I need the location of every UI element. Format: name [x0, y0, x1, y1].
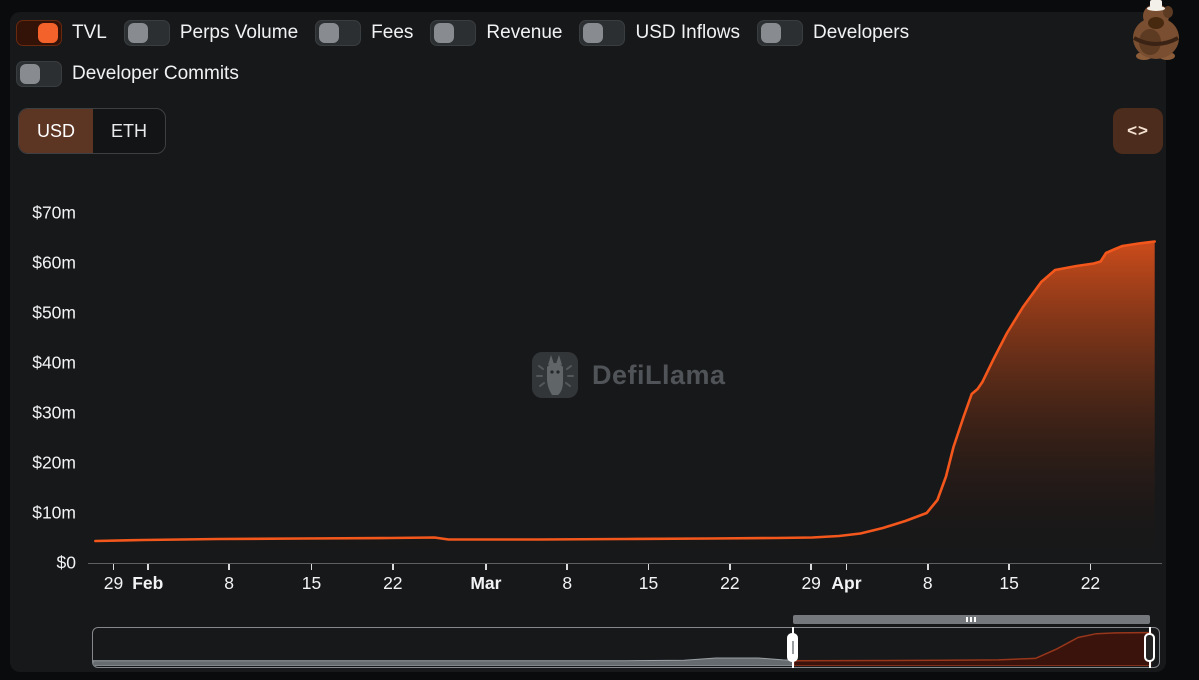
x-axis-tick — [566, 564, 568, 570]
x-axis-tick — [729, 564, 731, 570]
y-axis-label: $30m — [10, 403, 76, 424]
toggle-switch[interactable] — [579, 20, 625, 46]
x-axis-line — [88, 563, 1162, 565]
x-axis-tick — [1008, 564, 1010, 570]
brush-unselected-area — [93, 658, 794, 666]
x-axis-label: 29 — [801, 573, 820, 594]
toggle-fees[interactable]: Fees — [315, 20, 413, 46]
toggle-label: Developers — [813, 22, 909, 44]
toggle-switch[interactable] — [430, 20, 476, 46]
llama-mascot — [1120, 0, 1190, 60]
y-axis-label: $60m — [10, 253, 76, 274]
toggle-switch[interactable] — [16, 61, 62, 87]
toggle-switch[interactable] — [757, 20, 803, 46]
toggle-label: Developer Commits — [72, 63, 239, 85]
y-axis-label: $70m — [10, 203, 76, 224]
toggle-knob — [20, 64, 40, 84]
x-axis-label: 22 — [1081, 573, 1100, 594]
x-axis-tick — [113, 564, 115, 570]
tvl-area-chart[interactable] — [90, 186, 1160, 564]
brush-drag-bar[interactable] — [793, 615, 1150, 624]
x-axis-label: Apr — [831, 573, 861, 594]
toggle-label: TVL — [72, 22, 107, 44]
x-axis-tick — [392, 564, 394, 570]
currency-option-eth[interactable]: ETH — [93, 109, 165, 153]
brush-left-handle[interactable] — [787, 633, 798, 662]
toggle-switch[interactable] — [124, 20, 170, 46]
y-axis-label: $50m — [10, 303, 76, 324]
toggle-label: Revenue — [486, 22, 562, 44]
toggle-knob — [761, 23, 781, 43]
x-axis-tick — [927, 564, 929, 570]
x-axis-tick — [228, 564, 230, 570]
x-axis-label: 15 — [302, 573, 321, 594]
toggle-knob — [38, 23, 58, 43]
x-axis-tick — [846, 564, 848, 570]
y-axis-label: $40m — [10, 353, 76, 374]
code-icon: <> — [1127, 121, 1149, 141]
embed-code-button[interactable]: <> — [1113, 108, 1163, 154]
tvl-area-fill — [95, 242, 1154, 565]
x-axis-label: 22 — [720, 573, 739, 594]
y-axis-label: $0 — [10, 553, 76, 574]
x-axis-label: 29 — [104, 573, 123, 594]
x-axis-label: 8 — [923, 573, 933, 594]
metric-toggle-row-2: Developer Commits — [16, 61, 239, 87]
currency-option-usd[interactable]: USD — [19, 109, 93, 153]
x-axis-label: 8 — [224, 573, 234, 594]
x-axis-tick — [648, 564, 650, 570]
toggle-developers[interactable]: Developers — [757, 20, 909, 46]
toggle-switch[interactable] — [315, 20, 361, 46]
y-axis-label: $10m — [10, 503, 76, 524]
drag-grip-icon — [970, 617, 972, 622]
x-axis-tick — [147, 564, 149, 570]
toggle-knob — [434, 23, 454, 43]
toggle-switch[interactable] — [16, 20, 62, 46]
brush-minimap[interactable] — [92, 627, 1160, 668]
toggle-usd-inflows[interactable]: USD Inflows — [579, 20, 740, 46]
x-axis-label: Mar — [470, 573, 501, 594]
defillama-chart-screen: TVL Perps Volume Fees Revenue USD Inflows Dev… — [0, 0, 1199, 680]
x-axis-tick — [810, 564, 812, 570]
x-axis-label: 8 — [562, 573, 572, 594]
metric-toggle-row-1: TVL Perps Volume Fees Revenue USD Inflows Dev… — [16, 20, 909, 46]
x-axis-label: Feb — [132, 573, 163, 594]
toggle-knob — [128, 23, 148, 43]
toggle-label: USD Inflows — [635, 22, 740, 44]
x-axis-tick — [1090, 564, 1092, 570]
toggle-knob — [583, 23, 603, 43]
toggle-label: Fees — [371, 22, 413, 44]
x-axis-tick — [485, 564, 487, 570]
y-axis-label: $20m — [10, 453, 76, 474]
toggle-revenue[interactable]: Revenue — [430, 20, 562, 46]
x-axis-tick — [311, 564, 313, 570]
toggle-tvl[interactable]: TVL — [16, 20, 107, 46]
brush-minichart — [93, 628, 1158, 666]
x-axis-label: 15 — [999, 573, 1018, 594]
toggle-knob — [319, 23, 339, 43]
brush-selected-area — [794, 633, 1151, 666]
currency-switch: USDETH — [18, 108, 166, 154]
x-axis-label: 22 — [383, 573, 402, 594]
toggle-label: Perps Volume — [180, 22, 298, 44]
brush-right-handle[interactable] — [1144, 633, 1155, 662]
toggle-developer-commits[interactable]: Developer Commits — [16, 61, 239, 87]
drag-grip-icon — [974, 617, 976, 622]
toggle-perps-volume[interactable]: Perps Volume — [124, 20, 298, 46]
drag-grip-icon — [966, 617, 968, 622]
x-axis-label: 15 — [639, 573, 658, 594]
